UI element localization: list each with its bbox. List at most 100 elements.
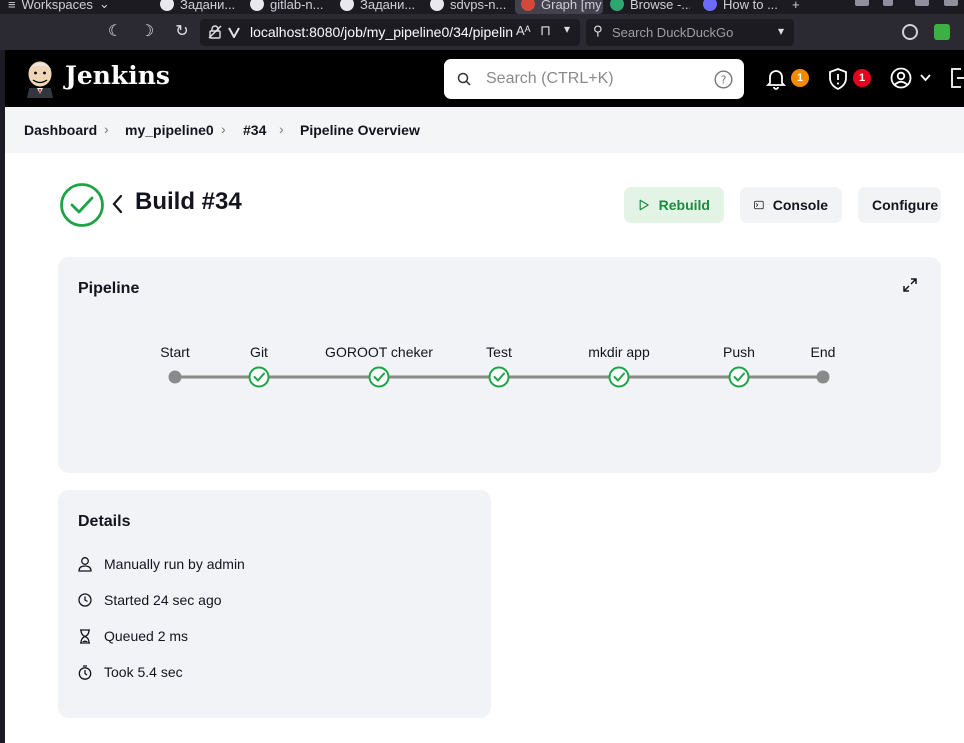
terminal-icon	[754, 200, 764, 210]
console-button[interactable]: Console	[740, 187, 842, 223]
breadcrumb-pipeline-overview[interactable]: Pipeline Overview	[300, 122, 420, 138]
browser-tab-label: How to ...	[723, 0, 778, 12]
browser-tab-active[interactable]: Graph [my	[515, 0, 603, 14]
translate-icon[interactable]: Aᴬ	[516, 23, 531, 38]
browser-tab-label: gitlab-n...	[270, 0, 324, 12]
breadcrumb-build[interactable]: #34	[243, 122, 266, 138]
detail-started: Started 24 sec ago	[78, 590, 222, 610]
details-card-title: Details	[78, 513, 131, 530]
browser-tab-label: Workspaces	[21, 0, 93, 12]
svg-text:?: ?	[721, 74, 727, 87]
security-badge[interactable]: 1	[853, 69, 871, 87]
browser-tab[interactable]: Задани...	[340, 0, 420, 14]
jenkins-favicon-icon	[521, 0, 535, 11]
extension-icon[interactable]	[902, 24, 918, 40]
breadcrumb-chevron-icon: ›	[221, 121, 226, 137]
browser-tab[interactable]: ≡ Workspaces ⌄	[8, 0, 148, 14]
breadcrumb-job[interactable]: my_pipeline0	[125, 122, 214, 138]
stage-success-icon[interactable]	[488, 366, 510, 388]
chevron-down-icon[interactable]	[920, 74, 931, 82]
search-dropdown-icon[interactable]: ▾	[778, 24, 784, 38]
help-icon[interactable]: ?	[714, 70, 733, 89]
detail-text: Queued 2 ms	[104, 628, 189, 644]
browser-search-placeholder: Search DuckDuckGo	[612, 25, 734, 40]
tab-favicon-icon	[340, 0, 354, 11]
details-card: Details Manually run by admin Started 24…	[58, 490, 491, 718]
clock-icon	[78, 592, 92, 608]
security-shield-icon[interactable]	[828, 68, 848, 90]
stage-success-icon[interactable]	[728, 366, 750, 388]
browser-tab[interactable]: sdvps-n...	[430, 0, 510, 14]
browser-tab-label: sdvps-n...	[450, 0, 507, 12]
browser-toolbar: ☾ ☽ ↻ localhost:8080/job/my_pipeline0/34…	[0, 14, 964, 50]
browser-tab[interactable]: Задани...	[160, 0, 240, 14]
detail-text[interactable]: Manually run by admin	[104, 556, 245, 572]
window-close-icon[interactable]	[944, 0, 958, 6]
detail-queued: Queued 2 ms	[78, 626, 188, 646]
github-icon	[250, 0, 264, 11]
window-restore-icon[interactable]	[915, 0, 929, 6]
tab-favicon-icon	[703, 0, 717, 11]
forward-button[interactable]: ☽	[138, 23, 156, 41]
tab-favicon-icon	[610, 0, 624, 11]
url-dropdown-icon[interactable]: ▾	[564, 22, 570, 36]
detail-duration: Took 5.4 sec	[78, 662, 183, 682]
stage-endpoint-dot	[168, 370, 182, 384]
jenkins-search-box[interactable]: Search (CTRL+K) ?	[444, 59, 744, 99]
browser-tab[interactable]: gitlab-n...	[250, 0, 330, 14]
stage-success-icon[interactable]	[368, 366, 390, 388]
chevron-down-icon: ⌄	[98, 0, 110, 11]
back-chevron-icon[interactable]	[110, 193, 124, 215]
bookmark-icon[interactable]: ⊓	[540, 22, 551, 39]
jenkins-header: Jenkins Search (CTRL+K) ? 1 1	[5, 50, 964, 107]
browser-search-bar[interactable]: ⚲ Search DuckDuckGo ▾	[586, 19, 794, 46]
reload-icon: ↻	[175, 23, 189, 40]
github-icon	[430, 0, 444, 11]
rebuild-button[interactable]: Rebuild	[624, 187, 724, 223]
browser-tab-label: Browse -...	[630, 0, 690, 12]
stage-endpoint-dot	[816, 370, 830, 384]
new-tab-button[interactable]: +	[792, 0, 812, 14]
configure-button[interactable]: Configure	[858, 187, 941, 223]
console-label: Console	[772, 197, 828, 213]
stage-success-icon[interactable]	[248, 366, 270, 388]
breadcrumb: Dashboard › my_pipeline0 › #34 › Pipelin…	[5, 107, 964, 153]
pipeline-card: Pipeline Start Git GOROOT cheker Test mkdir …	[58, 257, 941, 473]
browser-tab[interactable]: Browse -...	[610, 0, 690, 14]
detail-text: Started 24 sec ago	[104, 592, 222, 608]
tab-favicon-icon	[160, 0, 174, 11]
stage-success-icon[interactable]	[608, 366, 630, 388]
pipeline-graph	[168, 366, 830, 388]
notifications-badge[interactable]: 1	[791, 69, 809, 87]
jenkins-title[interactable]: Jenkins	[65, 61, 170, 90]
user-avatar-icon[interactable]	[890, 67, 912, 89]
reload-button[interactable]: ↻	[173, 23, 191, 41]
jenkins-search-placeholder: Search (CTRL+K)	[486, 70, 614, 87]
hourglass-icon	[78, 628, 92, 644]
extension-lock-icon[interactable]	[934, 24, 950, 40]
trash-icon[interactable]	[883, 0, 893, 6]
window-minimize-icon[interactable]	[855, 0, 869, 6]
loading-forward-icon: ☽	[139, 23, 155, 40]
detail-started-by: Manually run by admin	[78, 554, 245, 574]
configure-label: Configure	[872, 197, 939, 213]
plus-icon: +	[792, 0, 800, 12]
browser-tab-label: Задани...	[360, 0, 416, 12]
breadcrumb-chevron-icon: ›	[279, 121, 284, 137]
back-button[interactable]: ☾	[106, 23, 124, 41]
loading-back-icon: ☾	[107, 23, 123, 40]
vivaldi-icon	[228, 27, 240, 38]
breadcrumb-dashboard[interactable]: Dashboard	[24, 122, 97, 138]
browser-tab-strip: ≡ Workspaces ⌄ Задани... gitlab-n... Зад…	[0, 0, 964, 14]
browser-tab[interactable]: How to ...	[703, 0, 783, 14]
notifications-bell-icon[interactable]	[766, 68, 786, 90]
url-text: localhost:8080/job/my_pipeline0/34/pipel…	[250, 24, 514, 40]
logout-icon[interactable]	[949, 68, 964, 88]
page-title: Build #34	[135, 188, 242, 215]
play-icon	[639, 199, 649, 211]
jenkins-logo-icon[interactable]	[23, 58, 57, 98]
build-success-icon	[60, 183, 104, 227]
url-bar[interactable]: localhost:8080/job/my_pipeline0/34/pipel…	[200, 19, 580, 46]
jenkins-page: Jenkins Search (CTRL+K) ? 1 1 Dashboard …	[5, 50, 964, 743]
browser-tab-label: Задани...	[180, 0, 236, 12]
